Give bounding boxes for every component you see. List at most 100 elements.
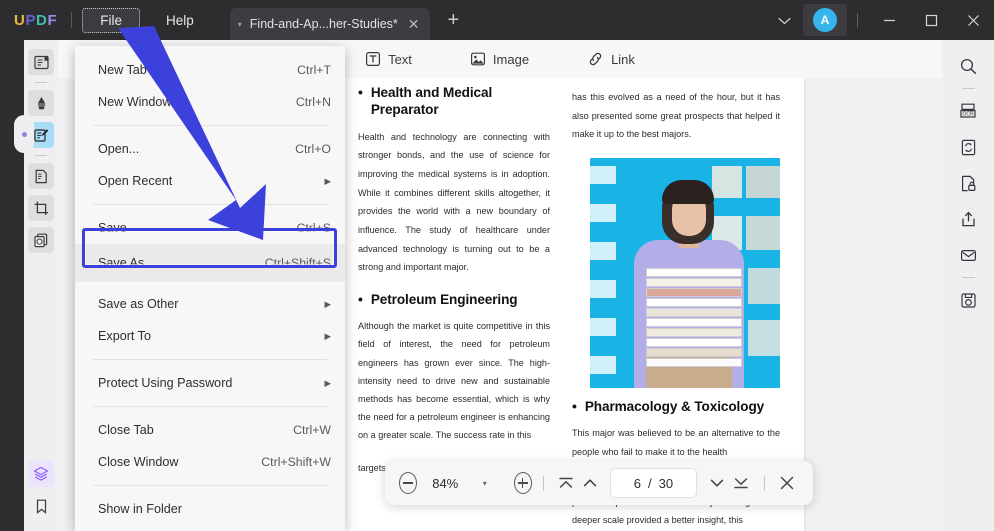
zoom-out-button[interactable]	[399, 472, 417, 494]
avatar: A	[813, 8, 837, 32]
menu-separator-1	[93, 125, 327, 126]
sidebar-item-reader[interactable]	[28, 49, 54, 75]
menu-item-export-to[interactable]: Export To ▶	[75, 320, 345, 352]
last-page-button[interactable]	[729, 475, 753, 491]
email-icon[interactable]	[953, 240, 983, 270]
left-dark-rail	[0, 40, 24, 531]
zoom-in-button[interactable]	[513, 472, 532, 494]
menu-item-open[interactable]: Open... Ctrl+O	[75, 133, 345, 165]
menu-item-label: Open...	[98, 142, 140, 156]
menu-separator-2	[93, 204, 327, 205]
next-page-button[interactable]	[705, 475, 729, 491]
account-button[interactable]: A	[803, 4, 847, 36]
pdf-bottom-toolbar: 84% ▾ 6 / 30	[385, 461, 813, 505]
image-icon	[470, 51, 486, 67]
toolbar-image-button[interactable]: Image	[470, 51, 529, 67]
search-icon[interactable]	[953, 51, 983, 81]
menu-item-properties[interactable]: Properties... Ctrl+D	[75, 525, 345, 531]
submenu-arrow-icon: ▶	[324, 175, 331, 186]
minimize-button[interactable]	[868, 0, 910, 40]
bullet-icon: •	[358, 290, 363, 307]
paragraph-health: Health and technology are connecting wit…	[358, 131, 550, 273]
protect-pdf-icon[interactable]	[953, 168, 983, 198]
sidebar-item-annotate[interactable]	[28, 90, 54, 116]
previous-page-button[interactable]	[578, 475, 602, 491]
right-rail-divider-1	[961, 88, 975, 89]
tab-title: Find-and-Ap...her-Studies*	[249, 17, 398, 31]
page-separator: /	[648, 475, 652, 491]
submenu-arrow-icon: ▶	[324, 377, 331, 388]
menu-item-show-in-folder[interactable]: Show in Folder	[75, 493, 345, 525]
menu-item-label: New Window	[98, 95, 172, 109]
paragraph-pharmacology: This major was believed to be an alterna…	[572, 428, 780, 457]
sidebar-item-organize-pages[interactable]	[28, 227, 54, 253]
share-icon[interactable]	[953, 204, 983, 234]
sidebar-item-page-tools[interactable]	[28, 163, 54, 189]
menu-item-new-tab[interactable]: New Tab Ctrl+T	[75, 54, 345, 86]
link-icon	[587, 51, 604, 67]
submenu-arrow-icon: ▶	[324, 298, 331, 309]
close-toolbar-button[interactable]	[775, 475, 799, 491]
current-page-value: 6	[633, 475, 642, 491]
section-heading-pharmacology: • Pharmacology & Toxicology	[572, 398, 780, 415]
chevron-down-icon[interactable]	[766, 13, 803, 28]
file-menu-dropdown[interactable]: New Tab Ctrl+T New Window Ctrl+N Open...…	[75, 46, 345, 531]
right-tool-rail: OCR	[942, 40, 994, 531]
tab-close-icon[interactable]: ✕	[408, 16, 420, 33]
left-tool-rail	[24, 40, 58, 531]
zoom-dropdown-caret-icon[interactable]: ▾	[474, 479, 496, 488]
zoombar-divider-2	[763, 475, 765, 491]
bullet-icon: •	[358, 84, 363, 100]
first-page-button[interactable]	[554, 475, 578, 491]
titlebar-right-divider	[857, 12, 858, 28]
updf-logo: U P D F	[14, 12, 57, 29]
convert-pdf-icon[interactable]	[953, 132, 983, 162]
right-rail-divider-2	[961, 277, 975, 278]
logo-letter-d: D	[36, 11, 48, 29]
maximize-button[interactable]	[910, 0, 952, 40]
sidebar-item-bookmark[interactable]	[28, 493, 54, 519]
titlebar-right-group: A	[766, 0, 994, 40]
menu-item-label: Save	[98, 221, 127, 235]
panel-resize-handle[interactable]	[14, 115, 34, 153]
menu-item-save-as-other[interactable]: Save as Other ▶	[75, 288, 345, 320]
close-button[interactable]	[952, 0, 994, 40]
new-tab-button[interactable]: +	[448, 9, 460, 32]
menu-item-new-window[interactable]: New Window Ctrl+N	[75, 86, 345, 118]
rail-divider-1	[35, 82, 47, 83]
tab-caret-icon[interactable]: ▾	[238, 20, 242, 29]
document-tab[interactable]: ▾ Find-and-Ap...her-Studies* ✕	[229, 8, 430, 40]
ocr-icon[interactable]: OCR	[953, 96, 983, 126]
toolbar-text-label: Text	[388, 51, 412, 67]
sidebar-item-crop[interactable]	[28, 195, 54, 221]
updf-application-window: U P D F File Help ▾ Find-and-Ap...her-St…	[0, 0, 994, 531]
menu-item-close-tab[interactable]: Close Tab Ctrl+W	[75, 414, 345, 446]
toolbar-text-button[interactable]: Text	[365, 51, 412, 67]
menu-item-protect-using-password[interactable]: Protect Using Password ▶	[75, 367, 345, 399]
menu-item-shortcut: Ctrl+S	[296, 221, 331, 235]
menu-item-shortcut: Ctrl+W	[293, 423, 331, 437]
menu-item-save[interactable]: Save Ctrl+S	[75, 212, 345, 244]
svg-text:OCR: OCR	[962, 111, 974, 117]
text-icon	[365, 51, 381, 67]
paragraph-petroleum: Although the market is quite competitive…	[358, 321, 550, 441]
menu-item-shortcut: Ctrl+T	[297, 63, 331, 77]
total-pages-value: 30	[658, 475, 674, 491]
menu-item-label: Close Window	[98, 455, 179, 469]
sidebar-item-ai-assistant[interactable]	[28, 461, 54, 487]
menu-separator-4	[93, 406, 327, 407]
menu-file[interactable]: File	[82, 7, 141, 33]
page-number-input[interactable]: 6 / 30	[609, 468, 698, 498]
menu-help[interactable]: Help	[148, 8, 212, 33]
menu-item-save-as[interactable]: Save As... Ctrl+Shift+S	[75, 244, 345, 282]
menu-item-close-window[interactable]: Close Window Ctrl+Shift+W	[75, 446, 345, 478]
toolbar-link-button[interactable]: Link	[587, 51, 635, 67]
handle-dot-icon	[21, 131, 27, 137]
zoom-level-value[interactable]: 84%	[417, 476, 474, 491]
menu-separator-5	[93, 485, 327, 486]
zoombar-divider-1	[542, 475, 544, 491]
save-icon[interactable]	[953, 285, 983, 315]
toolbar-image-label: Image	[492, 51, 530, 67]
menu-item-shortcut: Ctrl+Shift+W	[261, 455, 331, 469]
menu-item-open-recent[interactable]: Open Recent ▶	[75, 165, 345, 197]
